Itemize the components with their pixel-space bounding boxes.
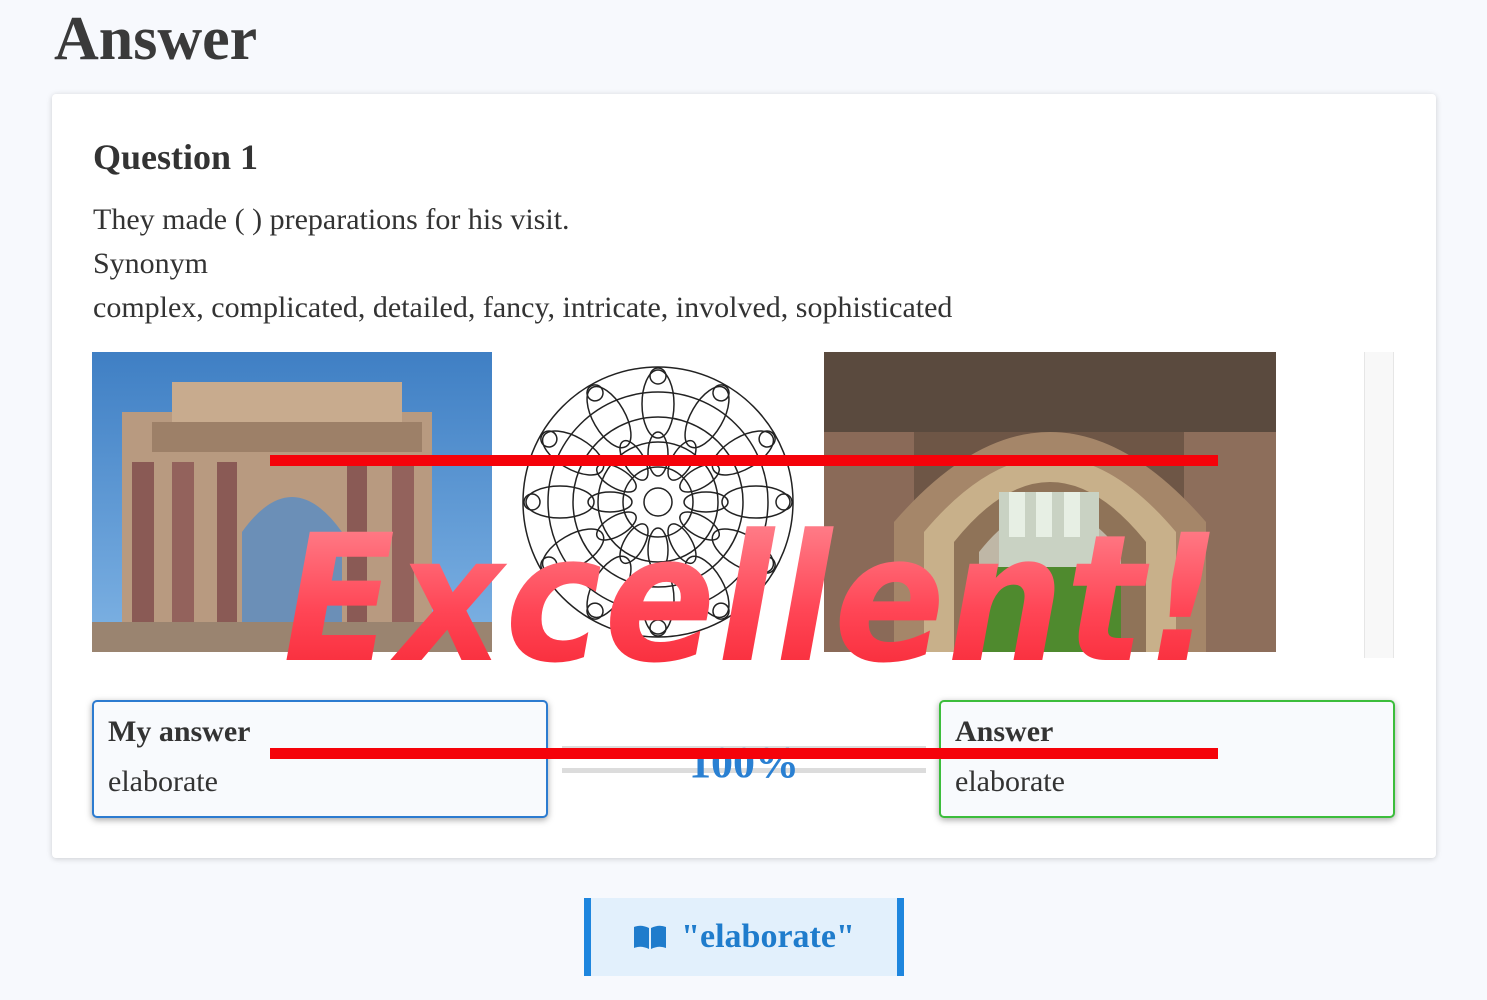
correct-answer-value: elaborate — [955, 765, 1065, 798]
excellent-stamp-text: Excellent! — [283, 500, 1223, 690]
strike-line-top — [270, 455, 1218, 466]
question-card: Question 1 They made ( ) preparations fo… — [52, 94, 1436, 858]
gallery-scrollbar[interactable] — [1364, 352, 1394, 658]
excellent-stamp: Excellent! — [283, 500, 1223, 690]
word-button-label: "elaborate" — [681, 918, 855, 955]
book-icon — [634, 925, 667, 949]
strike-line-bottom — [270, 748, 1218, 759]
my-answer-label: My answer — [108, 715, 251, 748]
correct-answer-label: Answer — [955, 715, 1054, 748]
page-title: Answer — [54, 5, 258, 73]
correct-answer-box: Answer elaborate — [939, 700, 1395, 818]
question-sentence: They made ( ) preparations for his visit… — [93, 203, 570, 236]
my-answer-value: elaborate — [108, 765, 218, 798]
my-answer-box: My answer elaborate — [92, 700, 548, 818]
question-title: Question 1 — [93, 137, 259, 177]
word-pronounce-button[interactable]: "elaborate" — [584, 898, 904, 976]
synonym-label: Synonym — [93, 247, 209, 280]
synonym-list: complex, complicated, detailed, fancy, i… — [93, 291, 953, 324]
score-percent: 100% — [689, 738, 799, 787]
